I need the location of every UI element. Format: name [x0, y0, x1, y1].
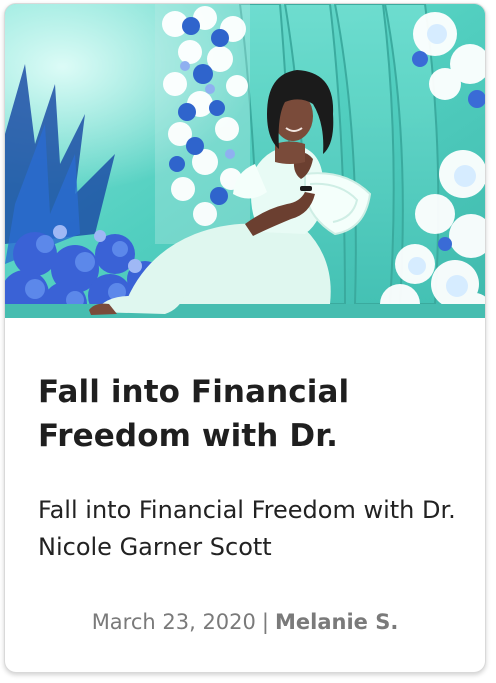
blog-post-card[interactable]: Fall into Financial Freedom with Dr. Fal…	[4, 3, 486, 673]
post-title[interactable]: Fall into Financial Freedom with Dr.	[38, 370, 458, 458]
post-meta: March 23, 2020 | Melanie S.	[5, 607, 485, 637]
meta-separator: |	[261, 610, 269, 634]
post-date: March 23, 2020	[91, 610, 256, 634]
post-excerpt: Fall into Financial Freedom with Dr. Nic…	[38, 496, 456, 561]
featured-photo-illustration	[5, 4, 485, 318]
post-featured-image[interactable]	[5, 4, 485, 318]
post-author[interactable]: Melanie S.	[275, 610, 398, 634]
